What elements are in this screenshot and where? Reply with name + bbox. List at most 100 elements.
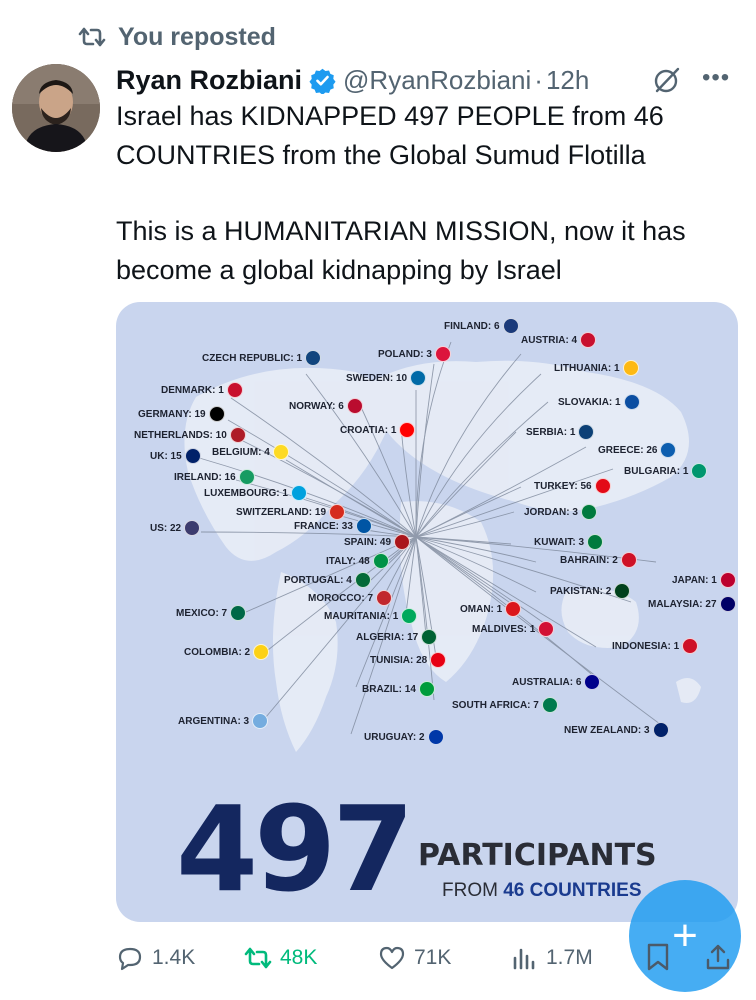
country-flag-icon: [719, 572, 736, 588]
country-label-text: NORWAY: 6: [289, 400, 344, 412]
compose-fab[interactable]: +: [629, 880, 741, 992]
country-label-text: PORTUGAL: 4: [284, 574, 352, 586]
country-label: SPAIN: 49: [344, 534, 411, 550]
country-label-text: ARGENTINA: 3: [178, 715, 250, 727]
post-time[interactable]: 12h: [546, 65, 589, 96]
country-label: INDONESIA: 1: [612, 638, 699, 654]
country-label-text: JAPAN: 1: [672, 574, 717, 586]
country-label: SERBIA: 1: [526, 424, 595, 440]
country-flag-icon: [502, 318, 519, 334]
country-label-text: FINLAND: 6: [444, 320, 500, 332]
country-label: DENMARK: 1: [161, 382, 243, 398]
country-flag-icon: [505, 601, 522, 617]
like-button[interactable]: 71K: [378, 938, 451, 978]
country-flag-icon: [355, 518, 372, 534]
country-label: GERMANY: 19: [138, 406, 225, 422]
country-label-text: LITHUANIA: 1: [554, 362, 620, 374]
tweet-header: Ryan Rozbiani @RyanRozbiani · 12h •••: [116, 60, 736, 100]
infographic-image[interactable]: FINLAND: 6 AUSTRIA: 4 POLAND: 3 CZECH REPUB…: [116, 302, 738, 922]
country-label: US: 22: [150, 520, 201, 536]
views-count: 1.7M: [546, 946, 593, 969]
country-label-text: AUSTRIA: 4: [521, 334, 578, 346]
countries-subtitle-accent: 46 COUNTRIES: [503, 880, 642, 901]
country-flag-icon: [580, 332, 597, 348]
verified-badge-icon: [309, 68, 336, 94]
country-flag-icon: [346, 398, 363, 414]
country-label: IRELAND: 16: [174, 469, 255, 485]
country-label: JORDAN: 3: [524, 504, 597, 520]
country-label: TUNISIA: 28: [370, 652, 447, 668]
country-label-text: UK: 15: [150, 450, 182, 462]
country-flag-icon: [538, 621, 555, 637]
retweet-icon: [78, 27, 106, 47]
country-label-text: GERMANY: 19: [138, 408, 206, 420]
country-label: POLAND: 3: [378, 346, 451, 362]
country-label: SLOVAKIA: 1: [558, 394, 640, 410]
country-label-text: GREECE: 26: [598, 444, 658, 456]
author-name[interactable]: Ryan Rozbiani: [116, 65, 302, 96]
country-flag-icon: [623, 394, 640, 410]
country-flag-icon: [372, 553, 389, 569]
country-label: BULGARIA: 1: [624, 463, 708, 479]
country-flag-icon: [614, 583, 631, 599]
more-options-icon[interactable]: •••: [702, 64, 730, 92]
country-label-text: FRANCE: 33: [294, 520, 353, 532]
country-label-text: ITALY: 48: [326, 555, 370, 567]
country-label: MEXICO: 7: [176, 605, 247, 621]
country-label: CROATIA: 1: [340, 422, 416, 438]
country-flag-icon: [410, 370, 427, 386]
country-label: URUGUAY: 2: [364, 729, 444, 745]
avatar[interactable]: [12, 64, 100, 152]
country-flag-icon: [184, 448, 201, 464]
country-flag-icon: [691, 463, 708, 479]
country-label: UK: 15: [150, 448, 201, 464]
country-label-text: SPAIN: 49: [344, 536, 392, 548]
country-flag-icon: [184, 520, 201, 536]
country-flag-icon: [238, 469, 255, 485]
heart-icon: [379, 946, 405, 970]
country-label-text: SWITZERLAND: 19: [236, 506, 326, 518]
country-label-text: BELGIUM: 4: [212, 446, 270, 458]
country-label-text: JORDAN: 3: [524, 506, 578, 518]
country-flag-icon: [584, 674, 601, 690]
bookmark-icon[interactable]: [644, 942, 672, 972]
country-label-text: INDONESIA: 1: [612, 640, 680, 652]
country-label-text: SWEDEN: 10: [346, 372, 408, 384]
country-flag-icon: [272, 444, 289, 460]
country-flag-icon: [682, 638, 699, 654]
separator-dot: ·: [534, 64, 543, 95]
country-label: LITHUANIA: 1: [554, 360, 639, 376]
country-label: AUSTRIA: 4: [521, 332, 597, 348]
share-icon[interactable]: [704, 942, 732, 972]
country-label-text: AUSTRALIA: 6: [512, 676, 582, 688]
grok-icon[interactable]: [652, 65, 682, 95]
country-label-text: CROATIA: 1: [340, 424, 397, 436]
country-flag-icon: [418, 681, 435, 697]
country-label-text: BRAZIL: 14: [362, 683, 416, 695]
reply-button[interactable]: 1.4K: [116, 938, 195, 978]
views-button[interactable]: 1.7M: [510, 938, 593, 978]
country-label: ARGENTINA: 3: [178, 713, 269, 729]
country-label-text: TURKEY: 56: [534, 480, 592, 492]
country-flag-icon: [620, 552, 637, 568]
country-label-text: POLAND: 3: [378, 348, 432, 360]
country-label: SOUTH AFRICA: 7: [452, 697, 558, 713]
country-label: AUSTRALIA: 6: [512, 674, 601, 690]
country-flag-icon: [660, 442, 677, 458]
country-label: MALAYSIA: 27: [648, 596, 736, 612]
country-label-text: DENMARK: 1: [161, 384, 224, 396]
country-label-text: CZECH REPUBLIC: 1: [202, 352, 303, 364]
country-label-text: SERBIA: 1: [526, 426, 576, 438]
country-label: PAKISTAN: 2: [550, 583, 631, 599]
country-label-text: COLOMBIA: 2: [184, 646, 251, 658]
repost-button[interactable]: 48K: [244, 938, 317, 978]
country-label: OMAN: 1: [460, 601, 522, 617]
country-flag-icon: [430, 652, 447, 668]
author-handle[interactable]: @RyanRozbiani: [343, 65, 531, 96]
repost-label: You reposted: [118, 22, 276, 51]
country-flag-icon: [394, 534, 411, 550]
country-flag-icon: [580, 504, 597, 520]
country-label-text: SOUTH AFRICA: 7: [452, 699, 539, 711]
country-flag-icon: [230, 605, 247, 621]
country-label-text: NEW ZEALAND: 3: [564, 724, 650, 736]
